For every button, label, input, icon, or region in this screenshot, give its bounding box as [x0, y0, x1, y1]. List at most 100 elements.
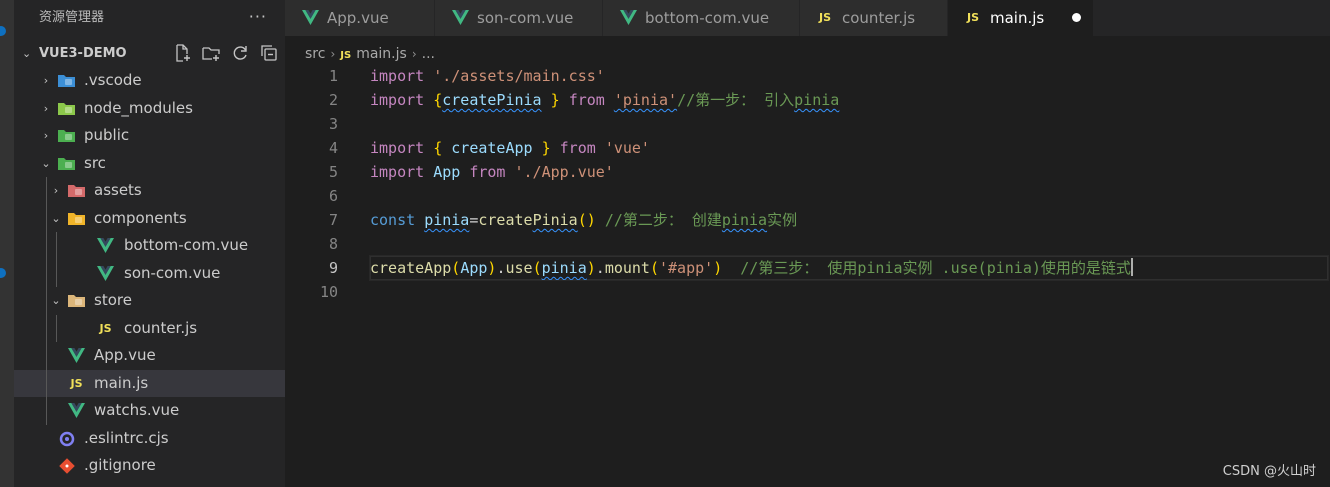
code-line[interactable]: import './assets/main.css'	[370, 64, 1328, 88]
chevron-right-icon: ›	[53, 184, 59, 197]
tree-item[interactable]: › public	[14, 122, 285, 150]
code-token: from	[559, 139, 596, 157]
code-token: {	[433, 139, 443, 157]
code-token: //第一步： 引入	[677, 91, 795, 109]
chevron-right-icon: ›	[43, 74, 49, 87]
tree-item[interactable]: ⌄ components	[14, 205, 285, 233]
watermark: CSDN @火山时	[1222, 464, 1316, 479]
project-header[interactable]: ⌄ VUE3-DEMO	[14, 40, 285, 67]
code-token: Pinia	[532, 211, 578, 229]
activity-badge-icon[interactable]	[0, 268, 6, 278]
unsaved-dot-icon[interactable]	[1072, 13, 1081, 22]
explorer-sidebar: 资源管理器 ··· ⌄ VUE3-DEMO › .vscode › node_m…	[14, 0, 285, 487]
explorer-actions	[172, 43, 279, 63]
js-file-icon: JS	[70, 376, 83, 390]
folder-open-icon	[68, 293, 85, 309]
tree-item-label: main.js	[94, 373, 149, 392]
tree-item-label: .eslintrc.cjs	[84, 428, 169, 447]
git-file-icon	[58, 458, 75, 474]
line-number: 3	[328, 115, 338, 133]
code-token: '#app'	[659, 259, 714, 277]
code-line[interactable]: import { createApp } from 'vue'	[370, 136, 1328, 160]
vscode-folder-icon	[58, 73, 75, 89]
code-token: import	[370, 163, 425, 181]
tree-item[interactable]: › .vscode	[14, 67, 285, 95]
activity-bar	[0, 0, 14, 487]
vue-file-icon	[68, 348, 85, 364]
code-line[interactable]	[370, 232, 1328, 256]
editor-tab[interactable]: bottom-com.vue	[603, 0, 800, 36]
tree-item[interactable]: son-com.vue	[14, 260, 285, 288]
code-token: )	[713, 259, 723, 277]
breadcrumb-trail[interactable]: ...	[422, 46, 435, 62]
code-token: createPinia	[442, 91, 542, 109]
tree-item[interactable]: JS main.js	[14, 369, 285, 397]
tree-item[interactable]: › node_modules	[14, 95, 285, 123]
indent-guide	[56, 232, 57, 287]
refresh-icon[interactable]	[230, 43, 250, 63]
eslint-file-icon	[58, 431, 75, 447]
chevron-right-icon: ›	[43, 129, 49, 142]
chevron-down-icon: ⌄	[41, 156, 51, 170]
code-token: (	[451, 259, 461, 277]
new-file-icon[interactable]	[172, 43, 192, 63]
js-file-icon: JS	[99, 321, 112, 335]
code-line[interactable]: import App from './App.vue'	[370, 160, 1328, 184]
line-number: 2	[328, 91, 338, 109]
new-folder-icon[interactable]	[201, 43, 221, 63]
editor-tab[interactable]: son-com.vue	[435, 0, 603, 36]
tree-item[interactable]: JS counter.js	[14, 315, 285, 343]
breadcrumb-file[interactable]: main.js	[356, 46, 407, 62]
tree-item[interactable]: .gitignore	[14, 452, 285, 480]
tree-item-label: watchs.vue	[94, 401, 180, 419]
code-token: import	[370, 67, 425, 85]
indent-guide	[46, 177, 47, 425]
src-folder-icon	[58, 156, 75, 172]
tree-item-label: src	[84, 153, 106, 172]
editor-tab[interactable]: JS main.js	[948, 0, 1094, 36]
code-line[interactable]	[370, 112, 1328, 136]
chevron-right-icon: ›	[330, 47, 336, 61]
code-line[interactable]	[370, 280, 1328, 304]
code-token: create	[478, 211, 533, 229]
chevron-right-icon: ›	[411, 47, 417, 61]
code-token: .	[595, 259, 605, 277]
chevron-right-icon: ›	[43, 101, 49, 115]
tab-label: main.js	[990, 9, 1045, 27]
editor-tab[interactable]: JS counter.js	[800, 0, 948, 36]
tree-item-label: .gitignore	[84, 456, 156, 474]
tree-item[interactable]: watchs.vue	[14, 397, 285, 425]
assets-folder-icon	[68, 183, 85, 199]
code-token: //第三步： 使用pinia实例 .use(pinia)使用的是链式	[740, 259, 1131, 277]
code-line[interactable]: createApp(App).use(pinia).mount('#app') …	[369, 255, 1329, 281]
code-token: './App.vue'	[514, 163, 614, 181]
vue-file-icon	[97, 265, 114, 282]
tree-item-label: bottom-com.vue	[124, 236, 249, 254]
tree-item[interactable]: ⌄ src	[14, 150, 285, 178]
activity-badge-icon[interactable]	[0, 26, 6, 36]
more-actions-icon[interactable]: ···	[249, 0, 267, 36]
breadcrumb-folder[interactable]: src	[305, 46, 325, 62]
code-line[interactable]	[370, 184, 1328, 208]
editor-tab[interactable]: App.vue	[285, 0, 435, 36]
code-line[interactable]: const pinia=createPinia() //第二步： 创建pinia…	[370, 208, 1328, 232]
line-number: 4	[328, 139, 338, 157]
tab-label: bottom-com.vue	[645, 9, 770, 27]
tree-item[interactable]: .eslintrc.cjs	[14, 425, 285, 453]
tree-item[interactable]: ⌄ store	[14, 287, 285, 315]
code-editor[interactable]: import './assets/main.css' import {create…	[369, 64, 1329, 304]
tree-item[interactable]: App.vue	[14, 342, 285, 370]
tree-item[interactable]: bottom-com.vue	[14, 232, 285, 260]
code-line[interactable]: import {createPinia } from 'pinia'//第一步：…	[370, 88, 1328, 112]
collapse-all-icon[interactable]	[259, 43, 279, 63]
tree-item[interactable]: › assets	[14, 177, 285, 205]
tab-label: son-com.vue	[477, 9, 574, 27]
